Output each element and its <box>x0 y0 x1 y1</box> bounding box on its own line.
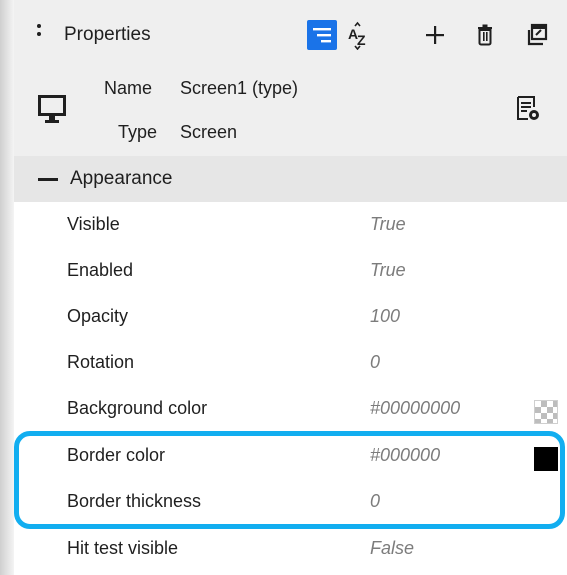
property-value[interactable]: False <box>370 538 414 559</box>
appearance-section-header[interactable]: Appearance <box>14 156 567 202</box>
window-shadow-edge <box>0 0 14 575</box>
section-title: Appearance <box>70 168 173 189</box>
svg-text:Z: Z <box>357 32 366 48</box>
sort-alphabetical-button[interactable]: A Z <box>344 20 374 51</box>
new-window-button[interactable] <box>521 20 551 50</box>
type-value: Screen <box>180 122 238 142</box>
property-row-visible[interactable]: Visible True <box>14 202 567 248</box>
property-row-border-thickness[interactable]: Border thickness 0 <box>14 479 567 525</box>
document-settings-icon[interactable] <box>516 95 542 123</box>
property-value[interactable]: True <box>370 214 406 235</box>
property-row-enabled[interactable]: Enabled True <box>14 248 567 294</box>
more-options-icon[interactable] <box>36 24 42 44</box>
property-label: Border thickness <box>67 491 202 511</box>
property-label: Border color <box>67 445 166 465</box>
new-window-icon <box>527 23 548 46</box>
sort-alphabetical-icon: A Z <box>348 21 366 51</box>
property-value[interactable]: #00000000 <box>370 398 460 419</box>
property-label: Background color <box>67 398 208 418</box>
sort-by-category-button[interactable] <box>307 20 337 50</box>
property-row-opacity[interactable]: Opacity 100 <box>14 294 567 340</box>
property-label: Hit test visible <box>67 538 179 558</box>
property-label: Opacity <box>67 306 129 326</box>
color-swatch-transparent[interactable] <box>534 400 558 424</box>
color-swatch-black[interactable] <box>534 447 558 471</box>
property-label: Visible <box>67 214 120 234</box>
monitor-icon <box>38 95 66 123</box>
delete-icon <box>478 24 492 46</box>
delete-button[interactable] <box>470 20 500 50</box>
properties-toolbar: Properties A Z <box>14 0 567 64</box>
property-value[interactable]: #000000 <box>370 445 440 466</box>
add-button[interactable] <box>420 20 450 50</box>
type-label: Type <box>118 122 158 142</box>
property-row-border-color[interactable]: Border color #000000 <box>14 433 567 479</box>
panel-title: Properties <box>64 24 151 45</box>
property-value[interactable]: 0 <box>370 352 380 373</box>
collapse-icon[interactable] <box>38 178 58 181</box>
property-value[interactable]: 0 <box>370 491 380 512</box>
property-row-hit-test-visible[interactable]: Hit test visible False <box>14 526 567 572</box>
add-icon <box>426 26 444 44</box>
property-value[interactable]: 100 <box>370 306 400 327</box>
name-value[interactable]: Screen1 (type) <box>180 78 298 99</box>
sort-by-category-icon <box>313 28 331 43</box>
property-label: Enabled <box>67 260 134 280</box>
property-label: Rotation <box>67 352 135 372</box>
property-value[interactable]: True <box>370 260 406 281</box>
property-row-rotation[interactable]: Rotation 0 <box>14 340 567 386</box>
name-label: Name <box>104 78 153 98</box>
property-row-background-color[interactable]: Background color #00000000 <box>14 386 567 432</box>
properties-panel: Properties A Z Name Screen1 (type) Type … <box>14 0 567 575</box>
